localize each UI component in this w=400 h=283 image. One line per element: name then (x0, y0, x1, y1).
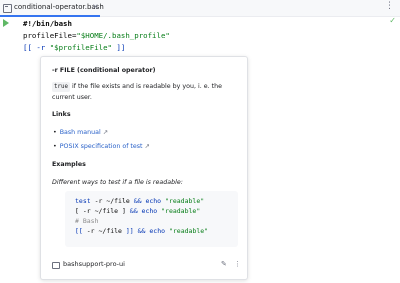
examples-heading: Examples (52, 161, 86, 168)
run-icon[interactable] (3, 19, 9, 27)
link-label: Bash manual (59, 129, 101, 136)
external-link-icon: ↗ (144, 143, 150, 150)
test-open: [[ -r (23, 43, 50, 52)
plugin-icon (52, 262, 60, 269)
link-posix-spec[interactable]: • POSIX specification of test ↗ (53, 142, 150, 152)
external-link-icon: ↗ (102, 129, 109, 136)
link-label: POSIX specification of test (59, 143, 143, 150)
popup-more-icon[interactable]: ⋮ (234, 259, 241, 269)
example-command: [[ (75, 227, 87, 235)
inline-code: true (52, 82, 70, 92)
example-args: -r ~/file (86, 227, 126, 235)
example-operator: && echo (137, 227, 166, 235)
example-line: [[ -r ~/file ]] && echo "readable" (75, 226, 208, 236)
doc-title: -r FILE (conditional operator) (52, 67, 156, 74)
test-close: ]] (112, 43, 126, 52)
doc-description: true if the file exists and is readable … (52, 82, 222, 92)
editor-tab-bar: conditional-operator.bash × ⋮ (0, 0, 400, 17)
example-close: ]] (125, 227, 138, 235)
string-literal: "$profileFile" (49, 43, 112, 52)
inspection-ok-icon[interactable]: ✓ (389, 16, 396, 25)
close-tab-icon[interactable]: × (92, 2, 99, 11)
documentation-popup: -r FILE (conditional operator) true if t… (40, 56, 248, 280)
example-string: "readable" (161, 197, 205, 205)
example-code-block: test -r ~/file && echo "readable" [ -r ~… (65, 191, 238, 247)
plugin-source-label: bashsupport-pro-ui (63, 260, 125, 268)
tab-conditional-operator[interactable]: conditional-operator.bash × (0, 0, 104, 17)
var-assignment: profileFile= (23, 31, 77, 40)
script-file-icon (3, 4, 12, 13)
example-operator: && echo (129, 207, 158, 215)
link-bash-manual[interactable]: • Bash manual ↗ (53, 128, 108, 138)
tab-options-icon[interactable]: ⋮ (385, 2, 394, 11)
doc-description-text: if the file exists and is readable by yo… (69, 83, 222, 90)
examples-description: Different ways to test if a file is read… (52, 179, 183, 186)
example-string: "readable" (157, 207, 201, 215)
code-line-test[interactable]: [[ -r "$profileFile" ]] (23, 43, 125, 52)
code-line-shebang[interactable]: #!/bin/bash (23, 19, 72, 28)
example-string: "readable" (165, 227, 209, 235)
bullet: • (53, 129, 57, 136)
example-line: test -r ~/file && echo "readable" (75, 196, 204, 206)
bullet: • (53, 143, 57, 150)
example-operator: && echo (133, 197, 162, 205)
example-command: test (75, 197, 91, 205)
example-args: -r ~/file (90, 197, 134, 205)
string-literal: "$HOME/.bash_profile" (76, 31, 170, 40)
links-heading: Links (52, 111, 71, 118)
example-command: [ -r ~/file ] (75, 207, 130, 215)
edit-source-icon[interactable]: ✎ (221, 259, 227, 269)
example-comment: # Bash (75, 217, 99, 225)
doc-description-cont: current user. (52, 94, 92, 101)
example-line: [ -r ~/file ] && echo "readable" (75, 206, 200, 216)
tab-label: conditional-operator.bash (14, 3, 104, 11)
code-line-assignment[interactable]: profileFile="$HOME/.bash_profile" (23, 31, 170, 40)
